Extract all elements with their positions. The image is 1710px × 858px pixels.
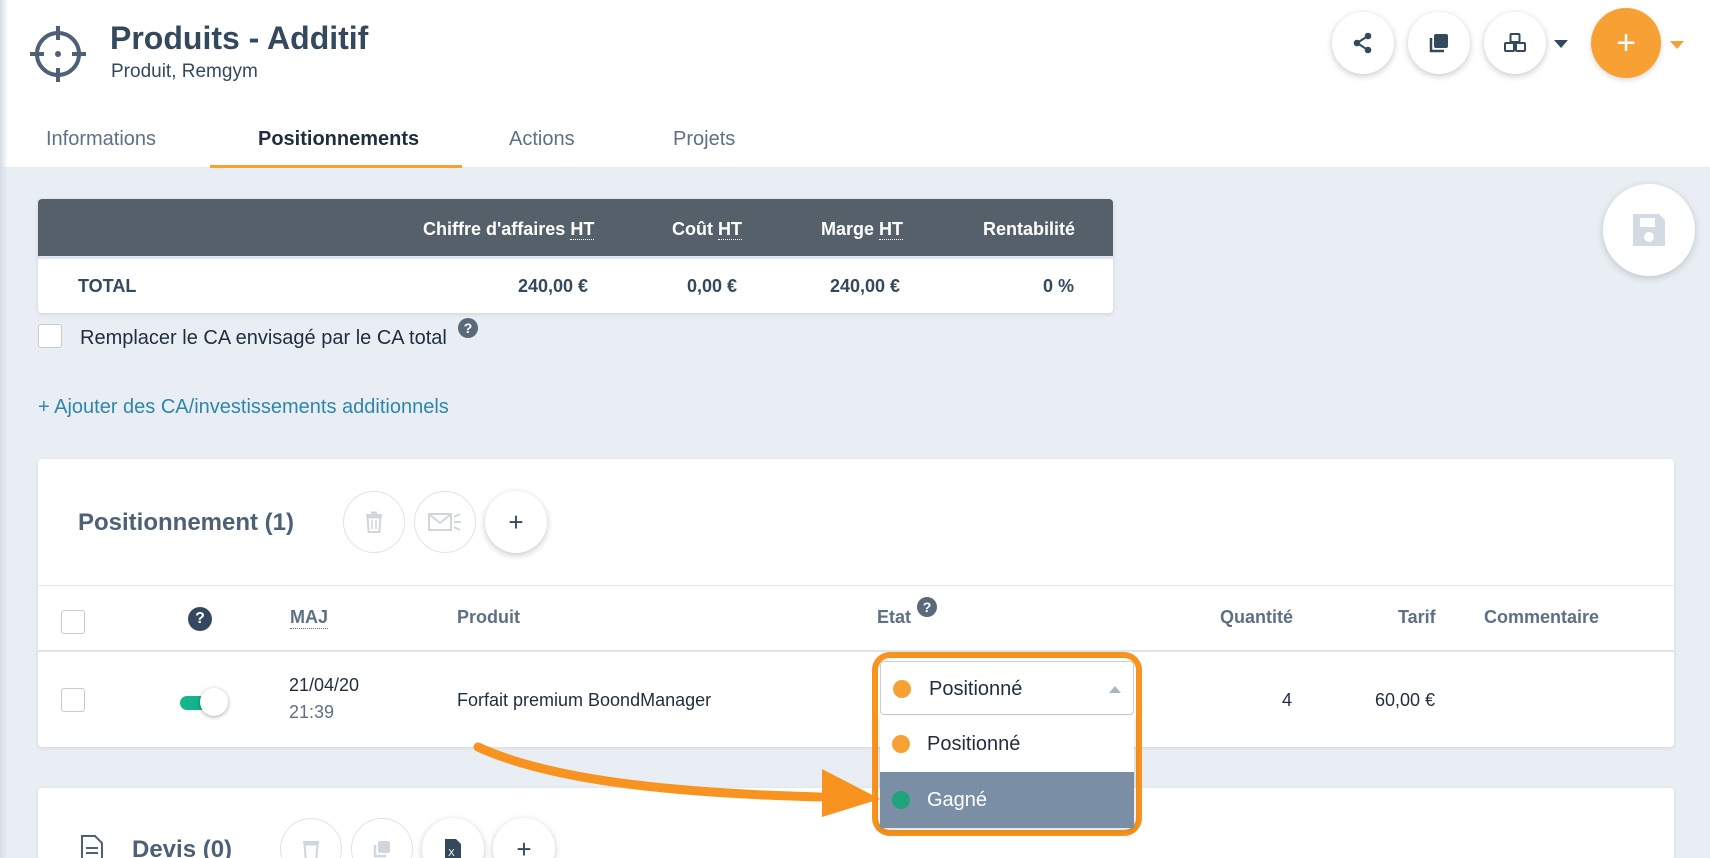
- toggle-knob: [200, 688, 228, 716]
- etat-options-list: Positionné Gagné: [880, 716, 1134, 828]
- positionnement-title: Positionnement (1): [78, 509, 295, 536]
- header-ca-abbr: HT: [570, 219, 595, 240]
- row-produit[interactable]: Forfait premium BoondManager: [457, 690, 711, 711]
- tab-actions[interactable]: Actions: [509, 128, 575, 151]
- header-cout-label: Coût: [672, 219, 718, 239]
- row-time: 21:39: [289, 702, 335, 722]
- column-tarif[interactable]: Tarif: [1398, 607, 1436, 628]
- positionnement-panel: Positionnement (1) + ? MAJ Produit Etat …: [38, 459, 1674, 747]
- select-all-checkbox[interactable]: [61, 610, 85, 634]
- svg-text:X: X: [448, 848, 455, 858]
- option-positionne-label: Positionné: [927, 733, 1021, 755]
- help-icon[interactable]: ?: [458, 318, 478, 338]
- delete-button[interactable]: [343, 491, 405, 553]
- total-cout: 0,00 €: [687, 276, 738, 296]
- chevron-up-icon: [1109, 686, 1121, 693]
- save-icon: [1633, 214, 1665, 246]
- header-cout-abbr: HT: [717, 219, 742, 240]
- header-rentabilite: Rentabilité: [983, 219, 1076, 239]
- row-date: 21/04/20: [289, 675, 360, 695]
- total-ca: 240,00 €: [518, 276, 589, 296]
- total-rentabilite: 0 %: [1043, 276, 1075, 296]
- panel-divider: [38, 585, 1674, 586]
- etat-select-value: Positionné: [929, 678, 1023, 700]
- total-label: TOTAL: [78, 276, 137, 296]
- header-ca-label: Chiffre d'affaires: [423, 219, 571, 239]
- email-send-icon: [428, 513, 461, 531]
- header-marge-abbr: HT: [879, 219, 904, 240]
- share-button[interactable]: [1332, 12, 1394, 74]
- replace-ca-checkbox[interactable]: [38, 324, 62, 348]
- column-commentaire[interactable]: Commentaire: [1484, 607, 1599, 628]
- status-dot-positionne: [892, 735, 910, 753]
- status-dot-gagne: [892, 791, 910, 809]
- save-button[interactable]: [1603, 184, 1695, 276]
- header-chiffre-affaires: Chiffre d'affaires HT: [423, 219, 595, 240]
- row-toggle[interactable]: [178, 688, 228, 718]
- total-marge: 240,00 €: [830, 276, 901, 296]
- left-edge-shadow: [0, 0, 8, 858]
- tab-projets[interactable]: Projets: [673, 128, 735, 151]
- modules-button[interactable]: [1484, 12, 1546, 74]
- totals-header-row: Chiffre d'affaires HT Coût HT Marge HT R…: [38, 199, 1113, 256]
- copy-icon: [373, 841, 390, 858]
- add-main-button[interactable]: +: [1591, 8, 1661, 78]
- option-gagne-label: Gagné: [927, 789, 988, 811]
- share-icon: [1353, 32, 1372, 54]
- option-positionne[interactable]: Positionné: [880, 716, 1134, 772]
- totals-divider: [38, 256, 1113, 259]
- page-title: Produits - Additif: [110, 20, 369, 56]
- column-etat[interactable]: Etat: [877, 607, 911, 628]
- page-subtitle: Produit, Remgym: [111, 61, 258, 82]
- totals-table: Chiffre d'affaires HT Coût HT Marge HT R…: [38, 199, 1113, 313]
- delete-devis-button[interactable]: [280, 818, 342, 858]
- document-icon: [81, 835, 103, 858]
- add-dropdown-caret[interactable]: [1670, 41, 1684, 49]
- plus-icon: +: [1616, 23, 1636, 62]
- copy-button[interactable]: [1408, 12, 1470, 74]
- excel-icon: X: [445, 839, 461, 858]
- help-icon[interactable]: ?: [917, 597, 937, 617]
- add-positionnement-button[interactable]: +: [485, 491, 547, 553]
- status-dot-positionne: [893, 680, 911, 698]
- add-additional-link[interactable]: + Ajouter des CA/investissements additio…: [38, 396, 449, 419]
- etat-select[interactable]: Positionné: [880, 661, 1134, 715]
- devis-title: Devis (0): [132, 836, 233, 858]
- trash-icon: [303, 841, 319, 858]
- column-maj[interactable]: MAJ: [290, 607, 329, 629]
- modules-dropdown-caret[interactable]: [1554, 40, 1568, 48]
- tab-informations[interactable]: Informations: [46, 128, 156, 151]
- row-tarif[interactable]: 60,00 €: [1375, 690, 1435, 711]
- row-quantite[interactable]: 4: [1282, 690, 1292, 711]
- page-header: Produits - Additif Produit, Remgym + Inf…: [0, 0, 1710, 168]
- email-button[interactable]: [414, 491, 476, 553]
- copy-icon: [1429, 34, 1448, 53]
- tab-positionnements[interactable]: Positionnements: [258, 128, 419, 151]
- copy-devis-button[interactable]: [351, 818, 413, 858]
- help-icon[interactable]: ?: [188, 607, 212, 631]
- plus-icon: +: [516, 833, 532, 858]
- cubes-icon: [1504, 33, 1526, 52]
- plus-icon: +: [508, 506, 524, 537]
- header-divider: [38, 650, 1674, 652]
- trash-icon: [366, 511, 382, 533]
- annotation-arrow: [473, 742, 880, 817]
- column-produit[interactable]: Produit: [457, 607, 520, 628]
- replace-ca-label: Remplacer le CA envisagé par le CA total: [80, 327, 447, 349]
- column-quantite[interactable]: Quantité: [1220, 607, 1293, 628]
- option-gagne[interactable]: Gagné: [880, 772, 1134, 828]
- active-tab-indicator: [210, 165, 462, 168]
- header-cout: Coût HT: [672, 219, 742, 240]
- row-checkbox[interactable]: [61, 688, 85, 712]
- header-marge: Marge HT: [821, 219, 904, 240]
- target-icon: [30, 26, 86, 82]
- header-marge-label: Marge: [821, 219, 880, 239]
